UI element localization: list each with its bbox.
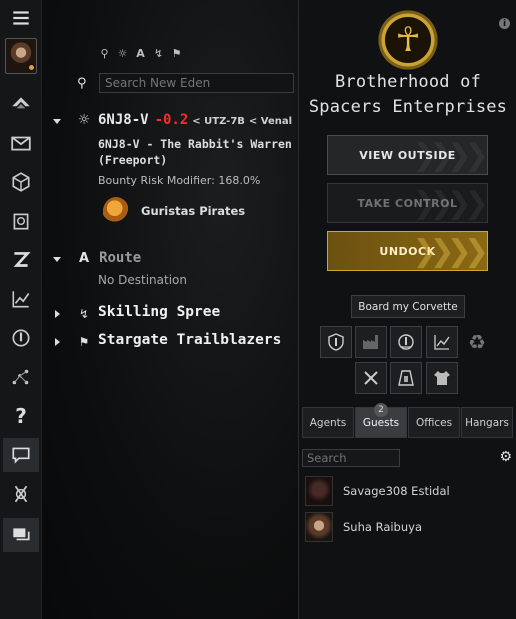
view-outside-button[interactable]: VIEW OUTSIDE ❯❯❯❯: [327, 135, 489, 175]
menu-icon[interactable]: [3, 1, 39, 35]
search-row: ⚲: [77, 73, 294, 93]
expand-trailblazers-toggle[interactable]: [55, 338, 60, 346]
guest-name: Savage308 Estidal: [343, 484, 450, 498]
inventory-icon[interactable]: [3, 165, 39, 199]
tab-hangars[interactable]: Hangars: [461, 407, 513, 438]
flag-icon[interactable]: ⚑: [169, 46, 184, 61]
gear-icon[interactable]: ⚙: [499, 449, 512, 465]
undock-button[interactable]: UNDOCK ❯❯❯❯: [327, 231, 489, 271]
factory-icon[interactable]: [355, 326, 387, 358]
system-name[interactable]: 6NJ8-V: [98, 112, 149, 128]
corp-name-line1: Brotherhood of: [334, 72, 482, 92]
chevron-icon: ❯❯❯❯: [412, 185, 488, 221]
skill-icon[interactable]: ↯: [151, 46, 166, 61]
search-new-eden-input[interactable]: [99, 73, 294, 93]
route-icon[interactable]: A: [133, 46, 148, 61]
agency-icon[interactable]: [3, 321, 39, 355]
location-header[interactable]: 6NJ8-V -0.2 < UTZ-7B < Venal: [98, 112, 292, 128]
chat-icon[interactable]: [3, 438, 39, 472]
route-destination: No Destination: [98, 273, 187, 287]
agency-icon[interactable]: [390, 326, 422, 358]
board-corvette-button[interactable]: Board my Corvette: [351, 295, 465, 318]
reprocessing-icon[interactable]: ♻: [461, 326, 493, 358]
list-item[interactable]: Savage308 Estidal: [305, 475, 450, 507]
search-icon[interactable]: ⚲: [97, 46, 112, 61]
flag-icon: ⚑: [78, 335, 90, 349]
tab-offices[interactable]: Offices: [408, 407, 460, 438]
chevron-icon: ❯❯❯❯: [412, 233, 488, 269]
alpha-icon[interactable]: [3, 477, 39, 511]
info-panel-toolbar: ⚲ ☼ A ↯ ⚑: [97, 46, 184, 61]
security-office-icon[interactable]: [320, 326, 352, 358]
map-icon[interactable]: [3, 360, 39, 394]
mail-icon[interactable]: [3, 126, 39, 160]
avatar: [305, 476, 333, 506]
z-icon[interactable]: [3, 243, 39, 277]
bounty-modifier: Bounty Risk Modifier: 168.0%: [98, 174, 261, 187]
corporation-name: Brotherhood of Spacers Enterprises: [299, 70, 516, 120]
market-icon[interactable]: [426, 326, 458, 358]
corporation-logo[interactable]: ☥: [377, 9, 439, 71]
faction-name: Guristas Pirates: [141, 204, 246, 218]
region-link[interactable]: < Venal: [249, 116, 292, 127]
tab-guests[interactable]: 2 Guests: [355, 403, 407, 438]
tab-guests-label: Guests: [362, 416, 400, 429]
route-title: Route: [99, 250, 142, 266]
security-status: -0.2: [154, 112, 189, 128]
search-icon: ⚲: [77, 75, 87, 91]
skill-icon: ↯: [78, 307, 90, 321]
clothing-icon[interactable]: [426, 362, 458, 394]
collapse-route-toggle[interactable]: [53, 257, 61, 262]
route-icon: A: [79, 250, 90, 266]
constellation-link[interactable]: < UTZ-7B: [192, 116, 245, 127]
guest-name: Suha Raibuya: [343, 520, 423, 534]
expand-skilling-toggle[interactable]: [55, 310, 60, 318]
guests-count-badge: 2: [374, 403, 388, 417]
chat-channels-icon[interactable]: [3, 518, 39, 552]
chevron-icon: ❯❯❯❯: [412, 137, 488, 173]
list-item[interactable]: Suha Raibuya: [305, 511, 422, 543]
tab-agents[interactable]: Agents: [302, 407, 354, 438]
ship-fitting-icon[interactable]: [3, 87, 39, 121]
sun-icon: ☼: [77, 112, 91, 128]
repair-shop-icon[interactable]: [355, 362, 387, 394]
ankh-icon: ☥: [395, 20, 421, 60]
help-icon[interactable]: ?: [3, 399, 39, 433]
station-panel: ☥ i Brotherhood of Spacers Enterprises V…: [298, 0, 516, 619]
market-icon[interactable]: [3, 282, 39, 316]
lobby-tabs: Agents 2 Guests Offices Hangars: [302, 403, 513, 438]
neocom-sidebar: ?: [0, 0, 42, 619]
take-control-button[interactable]: TAKE CONTROL ❯❯❯❯: [327, 183, 489, 223]
faction-row[interactable]: Guristas Pirates: [103, 197, 245, 225]
guest-search-input[interactable]: [302, 449, 400, 467]
status-badge: [28, 64, 35, 71]
avatar: [305, 512, 333, 542]
collapse-location-toggle[interactable]: [53, 119, 61, 124]
character-portrait[interactable]: [5, 38, 37, 74]
sun-icon[interactable]: ☼: [115, 46, 130, 61]
guristas-logo-icon: [103, 197, 129, 225]
fitting-icon[interactable]: [390, 362, 422, 394]
info-icon[interactable]: i: [499, 18, 510, 29]
skilling-spree-title[interactable]: Skilling Spree: [98, 304, 220, 320]
route-header[interactable]: A Route: [79, 250, 141, 266]
industry-icon[interactable]: [3, 204, 39, 238]
stargate-trailblazers-title[interactable]: Stargate Trailblazers: [98, 332, 281, 348]
corp-name-line2: Spacers Enterprises: [308, 97, 508, 117]
station-name[interactable]: 6NJ8-V - The Rabbit's Warren (Freeport): [98, 136, 298, 168]
